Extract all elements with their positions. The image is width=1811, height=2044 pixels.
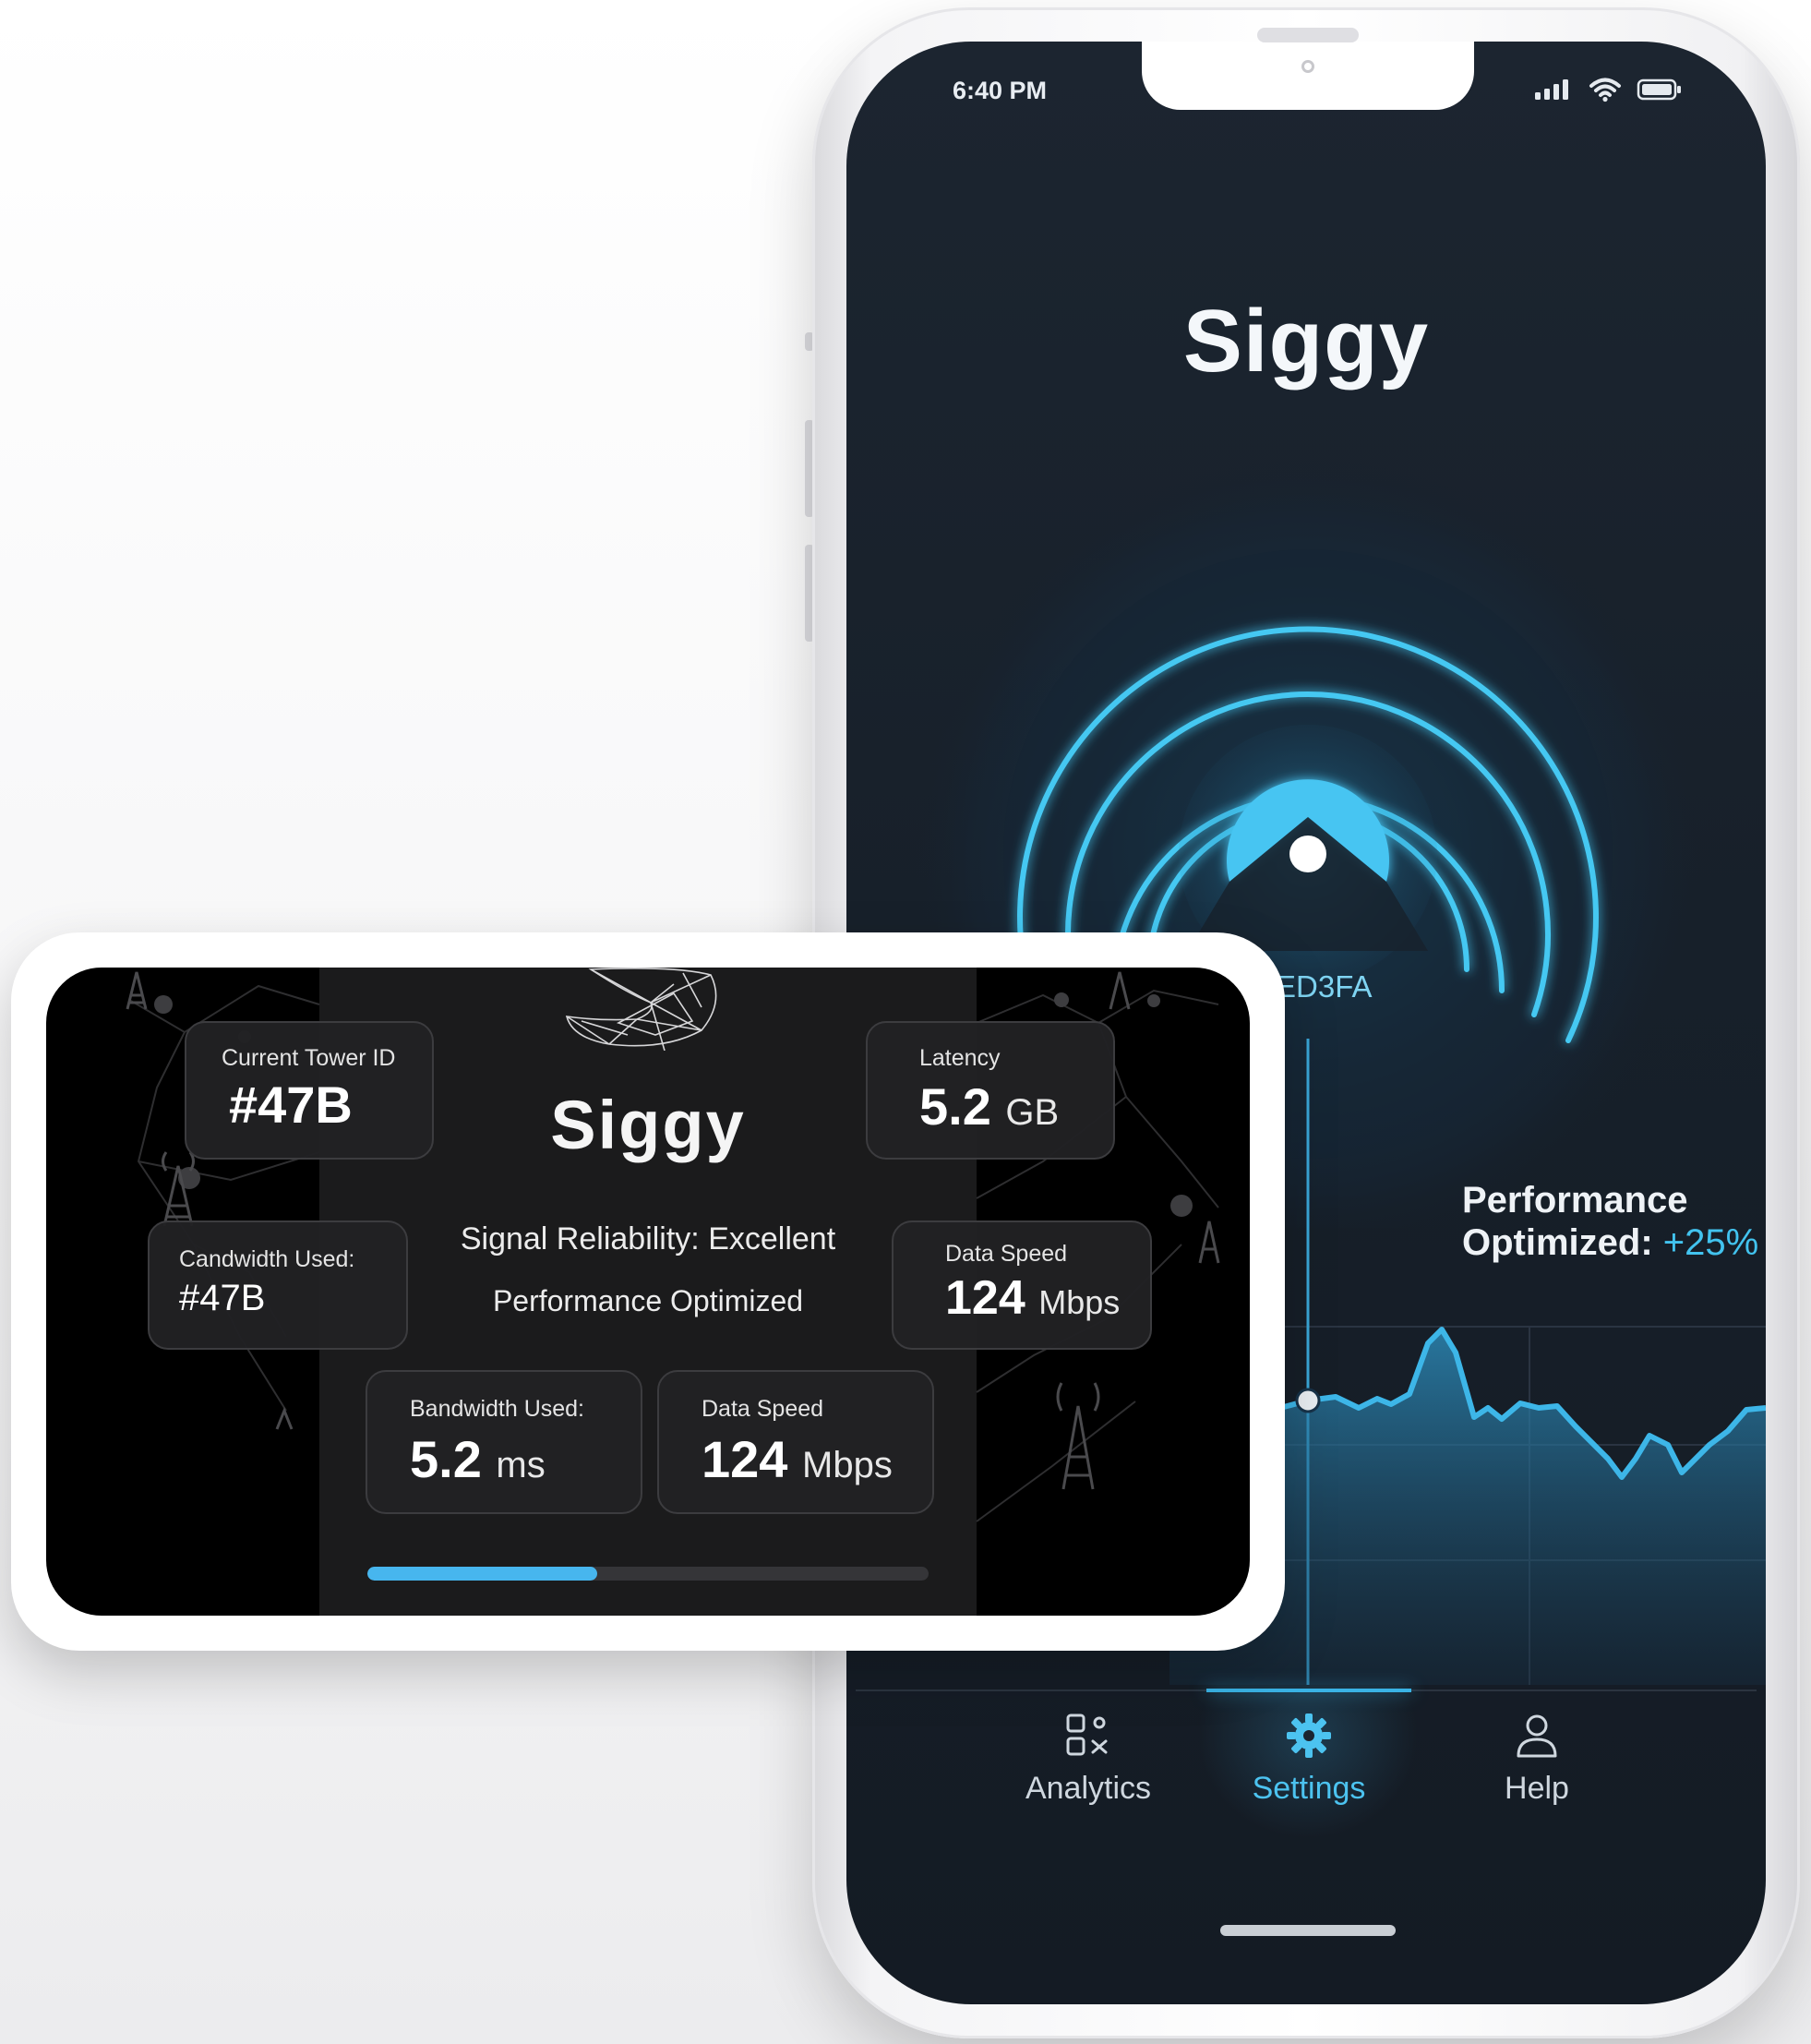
stat-latency: Latency 5.2 GB bbox=[866, 1021, 1115, 1160]
status-time: 6:40 PM bbox=[953, 77, 1048, 104]
overlay-card: Siggy Signal Reliability: Excellent Perf… bbox=[11, 932, 1285, 1651]
progress-fill bbox=[367, 1567, 598, 1581]
stat-candwidth-used: Candwidth Used: #47B bbox=[148, 1220, 408, 1350]
user-icon bbox=[1517, 1714, 1557, 1758]
camera-icon bbox=[1301, 60, 1314, 73]
battery-icon bbox=[1637, 78, 1681, 101]
stat-label: Current Tower ID bbox=[222, 1045, 396, 1071]
stat-unit: ms bbox=[496, 1445, 546, 1485]
stat-value: 124 Mbps bbox=[702, 1429, 893, 1489]
stat-unit: GB bbox=[1005, 1092, 1060, 1133]
nav-label-help: Help bbox=[1505, 1771, 1569, 1806]
nav-label-analytics: Analytics bbox=[1025, 1771, 1152, 1806]
stat-number: 5.2 bbox=[410, 1430, 482, 1488]
stat-value: #47B bbox=[229, 1076, 353, 1134]
performance-line-2: Optimized: +25% bbox=[1462, 1221, 1758, 1264]
stat-value: 124 Mbps bbox=[945, 1270, 1120, 1326]
nav-label-settings: Settings bbox=[1252, 1771, 1366, 1806]
performance-percent: +25% bbox=[1662, 1222, 1759, 1263]
app-title: Siggy bbox=[1182, 292, 1430, 391]
signal-reliability-text: Signal Reliability: Excellent bbox=[460, 1221, 836, 1256]
status-icons bbox=[1533, 77, 1683, 102]
home-indicator[interactable] bbox=[1220, 1925, 1396, 1936]
stat-value: #47B bbox=[179, 1278, 266, 1318]
stat-data-speed-bottom: Data Speed 124 Mbps bbox=[657, 1370, 934, 1514]
card-panel: Siggy Signal Reliability: Excellent Perf… bbox=[46, 968, 1250, 1616]
stat-number: 5.2 bbox=[919, 1077, 991, 1136]
phone-speaker bbox=[1257, 28, 1359, 42]
stat-number: 124 bbox=[945, 1271, 1025, 1325]
tower-code: ED3FA bbox=[1276, 969, 1373, 1004]
performance-optimized-text: Optimized: bbox=[1462, 1222, 1653, 1263]
bottom-navigation: Analytics Settings Help bbox=[856, 1689, 1757, 1858]
performance-optimized-label: Performance Optimized: +25% bbox=[1462, 1179, 1758, 1264]
stat-label: Bandwidth Used: bbox=[410, 1396, 585, 1422]
phone-notch bbox=[1142, 42, 1474, 110]
stat-label: Candwidth Used: bbox=[179, 1246, 355, 1272]
nav-active-indicator bbox=[1206, 1689, 1411, 1692]
stat-number: 124 bbox=[702, 1430, 788, 1488]
stat-unit: Mbps bbox=[802, 1445, 893, 1485]
wifi-icon bbox=[1589, 78, 1621, 102]
stat-unit: Mbps bbox=[1038, 1283, 1121, 1321]
cellular-signal-icon bbox=[1535, 79, 1568, 100]
stat-current-tower-id: Current Tower ID #47B bbox=[185, 1021, 434, 1160]
performance-line-1: Performance bbox=[1462, 1180, 1688, 1220]
stat-bandwidth-used: Bandwidth Used: 5.2 ms bbox=[366, 1370, 642, 1514]
stat-value: 5.2 ms bbox=[410, 1429, 546, 1489]
nav-item-analytics[interactable]: Analytics bbox=[977, 1710, 1199, 1807]
chart-marker-point bbox=[1295, 1388, 1321, 1413]
stat-label: Data Speed bbox=[945, 1241, 1068, 1267]
stat-label: Data Speed bbox=[702, 1396, 824, 1422]
signal-center-dot bbox=[1289, 836, 1326, 872]
performance-optimized-text: Performance Optimized bbox=[492, 1284, 804, 1317]
stat-value: 5.2 GB bbox=[919, 1076, 1059, 1136]
wireframe-logo-icon bbox=[565, 968, 717, 1051]
nav-item-help[interactable]: Help bbox=[1426, 1710, 1648, 1807]
analytics-grid-icon bbox=[1066, 1713, 1108, 1756]
nav-item-settings[interactable]: Settings bbox=[1198, 1710, 1420, 1807]
signal-progress-bar bbox=[367, 1567, 929, 1581]
gear-icon bbox=[1287, 1713, 1331, 1758]
stat-label: Latency bbox=[919, 1045, 1001, 1071]
stat-data-speed-top: Data Speed 124 Mbps bbox=[892, 1220, 1152, 1350]
